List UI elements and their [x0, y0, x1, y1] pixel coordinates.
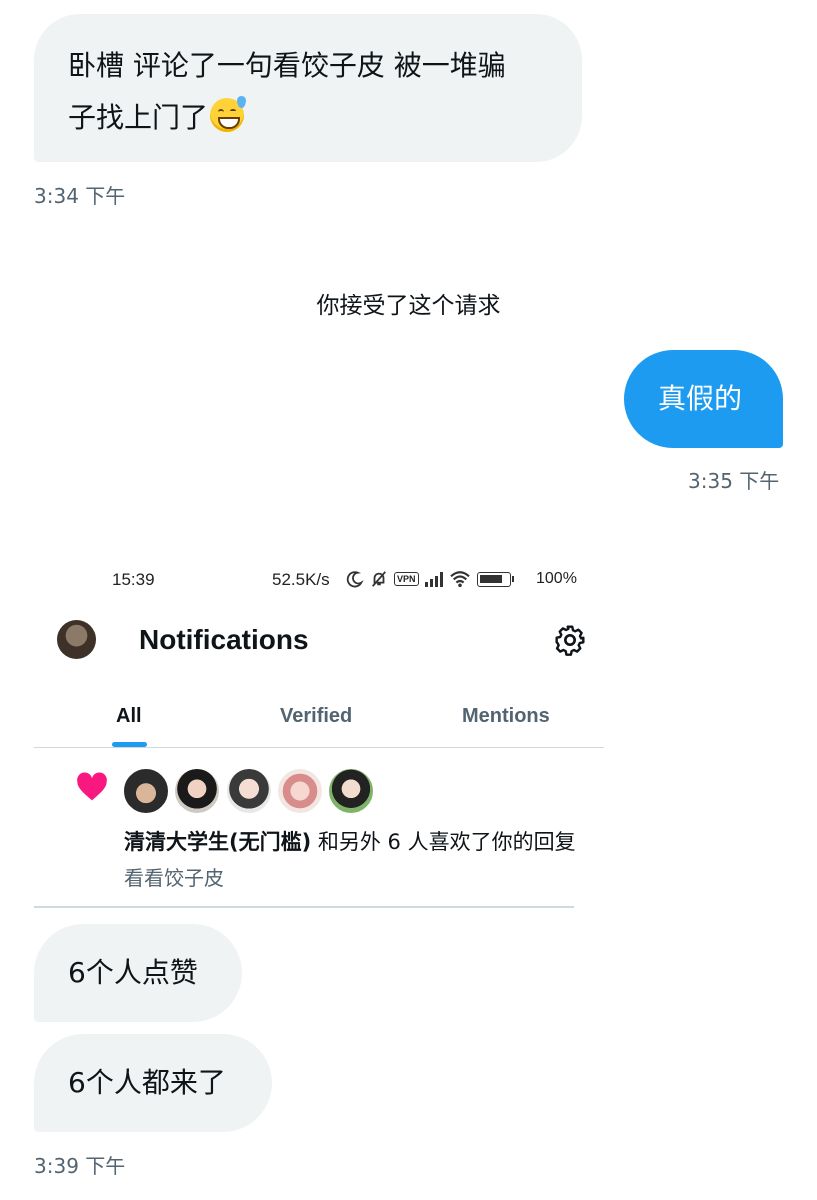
mute-bell-icon — [372, 571, 386, 587]
liker-username[interactable]: 清清大学生(无门槛) — [124, 830, 311, 854]
system-message: 你接受了这个请求 — [316, 293, 501, 319]
incoming-message-bubble[interactable]: 6个人点赞 — [34, 924, 242, 1022]
wifi-icon — [449, 571, 470, 588]
notification-text[interactable]: 清清大学生(无门槛) 和另外 6 人喜欢了你的回复 — [124, 826, 576, 856]
liker-avatar[interactable] — [276, 767, 324, 815]
message-text-line: 子找上门了 — [68, 101, 209, 134]
tab-all[interactable]: All — [116, 705, 142, 728]
signal-icon — [424, 571, 443, 587]
incoming-message-bubble[interactable]: 卧槽 评论了一句看饺子皮 被一堆骗 子找上门了 — [34, 14, 582, 162]
divider — [34, 747, 604, 748]
status-time: 15:39 — [112, 570, 155, 589]
moon-icon — [346, 571, 364, 588]
grinning-sweat-emoji-icon — [210, 96, 247, 132]
message-timestamp: 3:39 下午 — [34, 1154, 126, 1178]
heart-icon — [77, 772, 107, 801]
gear-icon[interactable] — [554, 624, 586, 656]
avatar[interactable] — [57, 620, 96, 659]
liker-avatar[interactable] — [122, 767, 170, 815]
tab-mentions[interactable]: Mentions — [462, 705, 550, 728]
liker-avatar[interactable] — [327, 767, 375, 815]
message-timestamp: 3:34 下午 — [34, 184, 126, 208]
message-timestamp: 3:35 下午 — [688, 469, 780, 493]
reply-preview: 看看饺子皮 — [124, 866, 224, 890]
notification-action: 和另外 6 人喜欢了你的回复 — [311, 830, 576, 854]
message-text-line: 卧槽 评论了一句看饺子皮 被一堆骗 — [68, 49, 506, 82]
incoming-message-bubble[interactable]: 6个人都来了 — [34, 1034, 272, 1132]
battery-icon — [476, 571, 514, 587]
status-bar: 15:39 52.5K/s VPN 100% — [34, 548, 604, 608]
page-title: Notifications — [139, 624, 309, 655]
shared-screenshot-image[interactable]: 15:39 52.5K/s VPN 100% Notifications All… — [34, 548, 604, 910]
outgoing-message-bubble[interactable]: 真假的 — [624, 350, 783, 448]
tab-verified[interactable]: Verified — [280, 705, 352, 728]
divider — [34, 906, 574, 908]
liker-avatar[interactable] — [225, 767, 273, 815]
vpn-icon: VPN — [394, 572, 419, 586]
battery-level: 100% — [536, 570, 577, 587]
network-speed: 52.5K/s — [272, 570, 330, 589]
liker-avatar[interactable] — [173, 767, 221, 815]
